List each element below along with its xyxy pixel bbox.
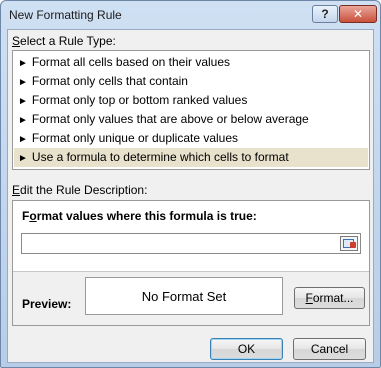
close-button[interactable]: ✕	[339, 5, 377, 23]
formula-input[interactable]	[21, 233, 361, 254]
help-button[interactable]: ?	[312, 5, 338, 23]
arrow-icon: ►	[18, 77, 28, 88]
rule-type-heading: Select a Rule Type:	[12, 34, 116, 48]
dialog-window: New Formatting Rule ? ✕ Select a Rule Ty…	[0, 0, 381, 368]
rule-description-heading: Edit the Rule Description:	[12, 183, 148, 197]
rule-type-list[interactable]: ► Format all cells based on their values …	[12, 50, 370, 170]
preview-label: Preview:	[22, 297, 72, 311]
rule-item-cells-contain[interactable]: ► Format only cells that contain	[14, 72, 368, 91]
help-icon: ?	[321, 7, 329, 21]
rule-item-above-below-average[interactable]: ► Format only values that are above or be…	[14, 110, 368, 129]
arrow-icon: ►	[18, 134, 28, 145]
rule-item-top-bottom[interactable]: ► Format only top or bottom ranked values	[14, 91, 368, 110]
arrow-icon: ►	[18, 58, 28, 69]
window-title: New Formatting Rule	[9, 8, 122, 22]
format-button[interactable]: Format...	[294, 287, 365, 309]
arrow-icon: ►	[18, 115, 28, 126]
arrow-icon: ►	[18, 153, 28, 164]
rule-item-format-all[interactable]: ► Format all cells based on their values	[14, 53, 368, 72]
formula-label: Format values where this formula is true…	[22, 209, 257, 223]
dialog-body: Select a Rule Type: ► Format all cells ba…	[7, 29, 374, 363]
title-bar[interactable]: New Formatting Rule ? ✕	[1, 1, 380, 29]
ok-button[interactable]: OK	[210, 338, 283, 360]
rule-description-panel: Format values where this formula is true…	[12, 200, 370, 326]
cancel-button[interactable]: Cancel	[293, 338, 366, 360]
formula-panel: Format values where this formula is true…	[13, 201, 369, 272]
arrow-shape	[350, 242, 356, 248]
preview-text: No Format Set	[141, 288, 227, 304]
rule-item-unique-duplicate[interactable]: ► Format only unique or duplicate values	[14, 129, 368, 148]
preview-box: No Format Set	[85, 277, 283, 315]
close-icon: ✕	[352, 7, 364, 21]
rule-item-use-formula[interactable]: ► Use a formula to determine which cells …	[14, 148, 368, 167]
range-selector-icon[interactable]	[340, 236, 358, 251]
arrow-icon: ►	[18, 96, 28, 107]
